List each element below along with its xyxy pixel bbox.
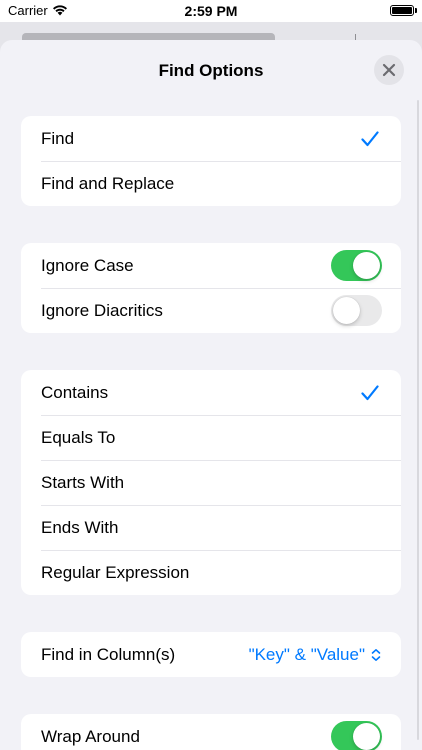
columns-picker-value: "Key" & "Value" <box>248 644 365 664</box>
match-mode-starts-with-label: Starts With <box>41 472 125 492</box>
match-mode-contains-label: Contains <box>41 382 109 402</box>
wrap-around-toggle[interactable] <box>331 721 382 750</box>
match-mode-ends-with[interactable]: Ends With <box>21 505 401 550</box>
match-mode-ends-with-label: Ends With <box>41 517 119 537</box>
ignore-diacritics-row: Ignore Diacritics <box>21 288 401 333</box>
wrap-around-row: Wrap Around <box>21 714 401 750</box>
close-button[interactable] <box>374 55 404 85</box>
ignore-diacritics-toggle[interactable] <box>331 295 382 326</box>
find-in-columns-row[interactable]: Find in Column(s) "Key" & "Value" <box>21 632 401 677</box>
close-icon <box>382 63 396 77</box>
status-bar: Carrier 2:59 PM <box>0 0 422 22</box>
match-mode-equals-to[interactable]: Equals To <box>21 415 401 460</box>
checkmark-icon <box>361 130 379 146</box>
columns-picker[interactable]: "Key" & "Value" <box>249 645 381 665</box>
columns-group: Find in Column(s) "Key" & "Value" <box>21 632 401 677</box>
find-mode-find-label: Find <box>41 128 75 148</box>
case-options-group: Ignore Case Ignore Diacritics <box>21 243 401 333</box>
battery-tip <box>415 8 417 13</box>
match-mode-equals-to-label: Equals To <box>41 427 116 447</box>
match-mode-regular-expression[interactable]: Regular Expression <box>21 550 401 595</box>
find-mode-find[interactable]: Find <box>21 116 401 161</box>
match-mode-starts-with[interactable]: Starts With <box>21 460 401 505</box>
ignore-case-row: Ignore Case <box>21 243 401 288</box>
status-time: 2:59 PM <box>184 3 238 19</box>
find-mode-group: Find Find and Replace <box>21 116 401 206</box>
wrap-around-label: Wrap Around <box>41 726 140 746</box>
match-mode-regular-expression-label: Regular Expression <box>41 562 190 582</box>
ignore-case-toggle[interactable] <box>331 250 382 281</box>
scroll-indicator[interactable] <box>417 100 419 740</box>
match-mode-group: Contains Equals To Starts With Ends With… <box>21 370 401 595</box>
ignore-case-label: Ignore Case <box>41 255 134 275</box>
checkmark-icon <box>361 384 379 400</box>
find-mode-find-replace[interactable]: Find and Replace <box>21 161 401 206</box>
wrap-group: Wrap Around <box>21 714 401 750</box>
match-mode-contains[interactable]: Contains <box>21 370 401 415</box>
find-options-sheet: Find Options Find Find and Replace Ignor… <box>0 40 422 750</box>
find-in-columns-label: Find in Column(s) <box>41 644 176 664</box>
chevron-up-down-icon <box>371 648 381 661</box>
sheet-title: Find Options <box>158 61 264 80</box>
ignore-diacritics-label: Ignore Diacritics <box>41 300 163 320</box>
find-mode-find-replace-label: Find and Replace <box>41 173 175 193</box>
battery-icon <box>390 5 414 16</box>
